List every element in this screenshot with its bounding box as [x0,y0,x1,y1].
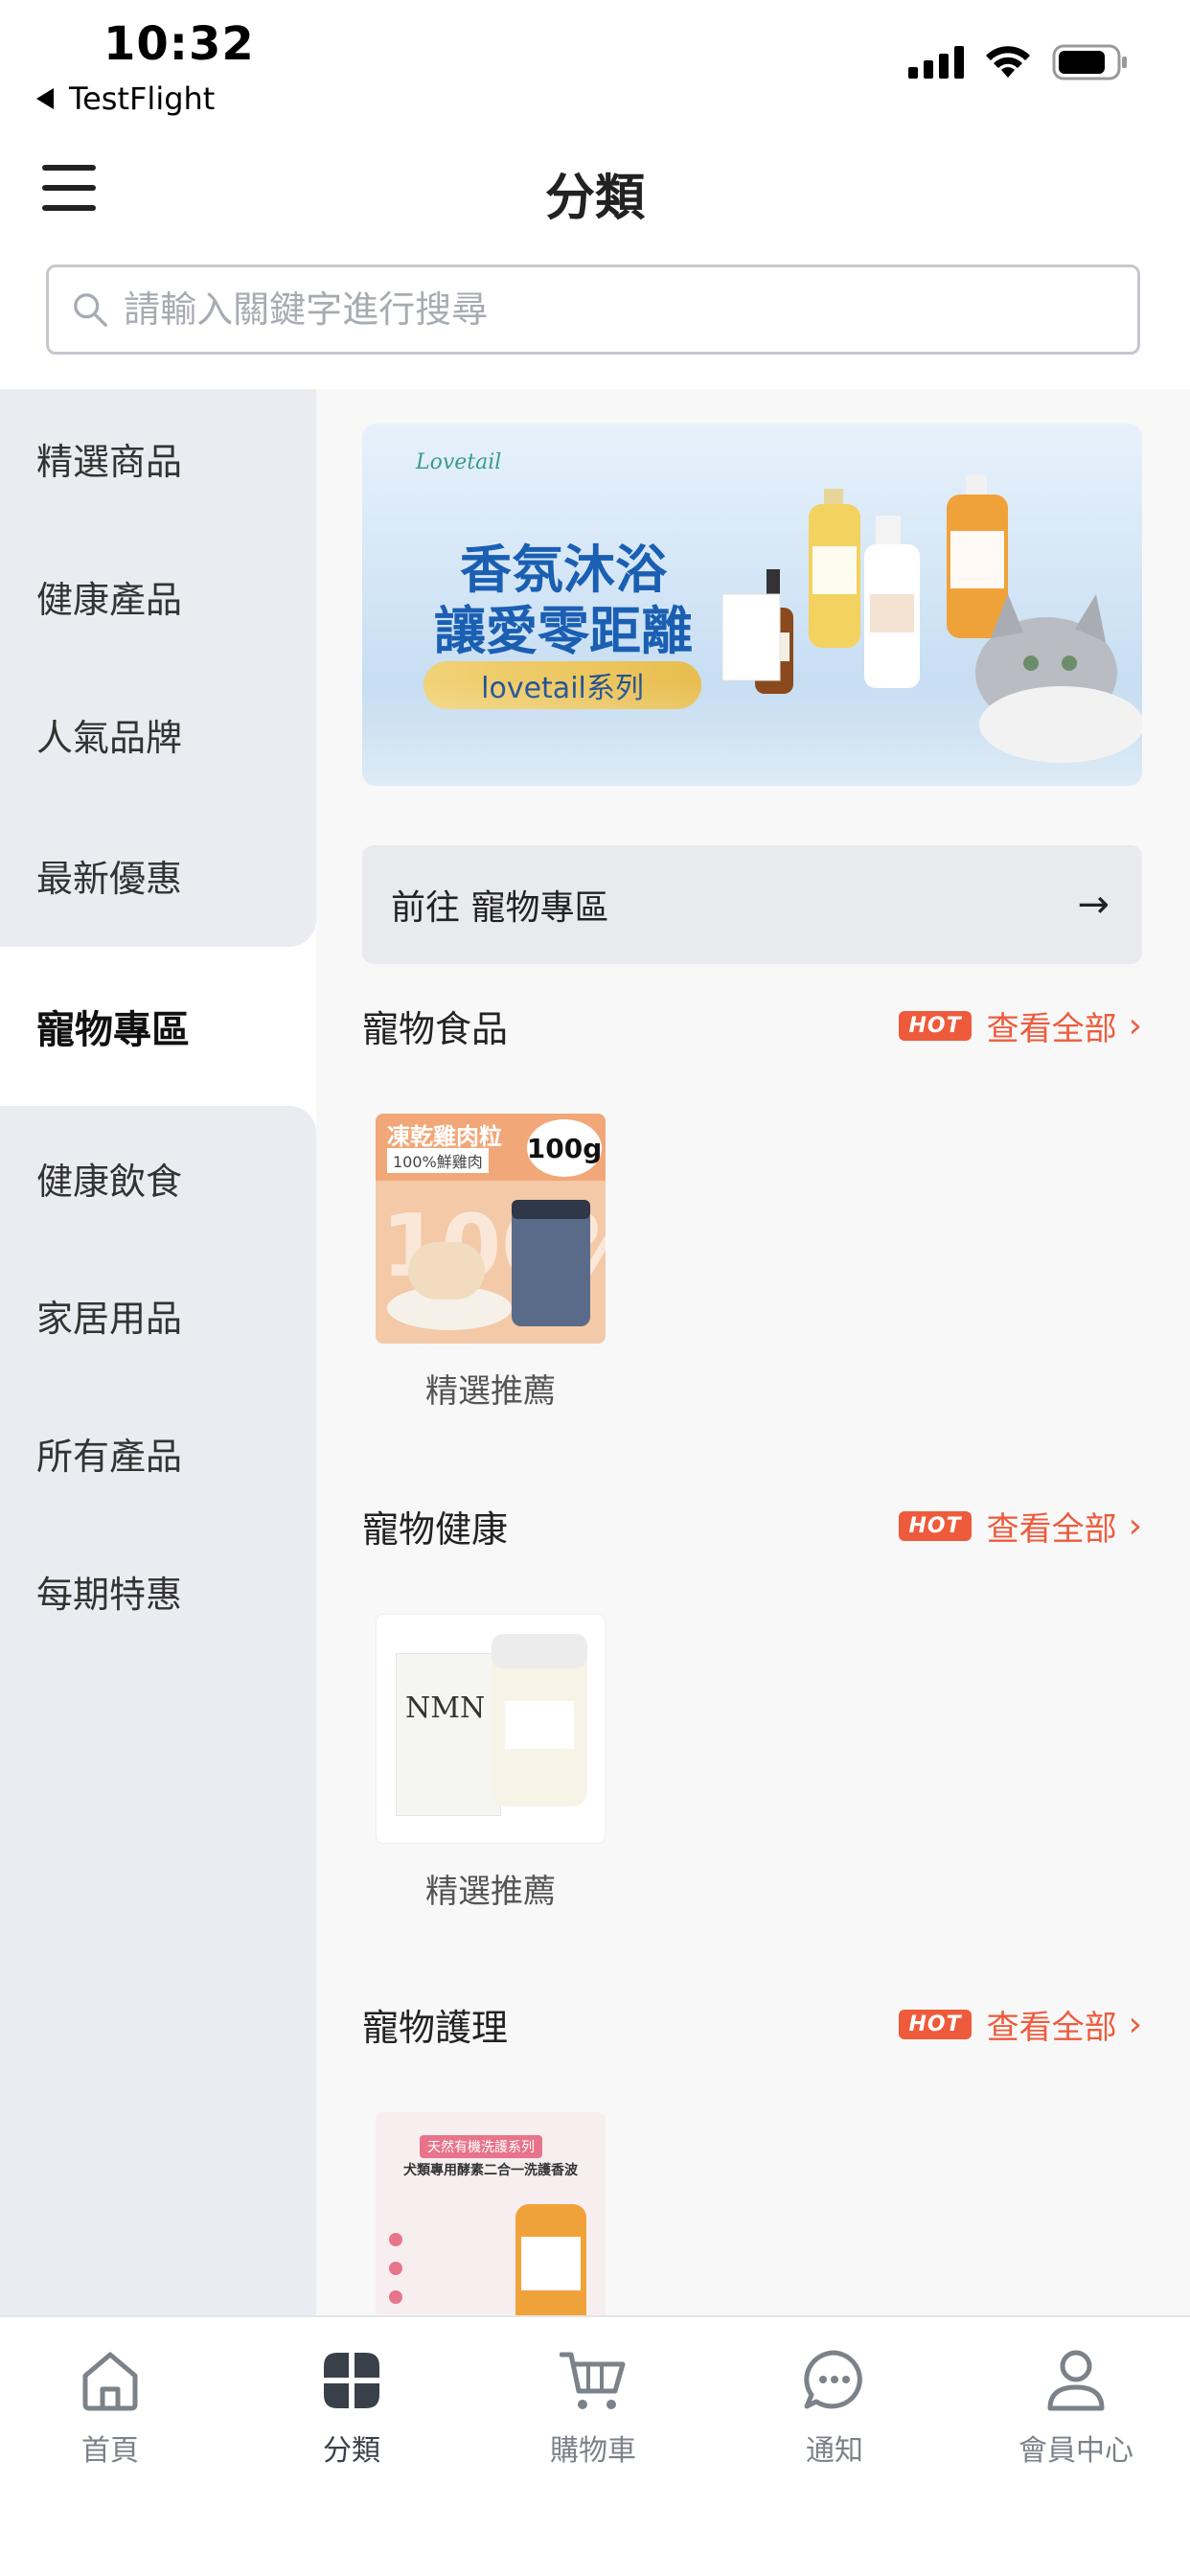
see-all-button[interactable]: HOT 查看全部 › [899,1002,1142,1049]
product-image-text: 凍乾雞肉粒 [387,1123,502,1150]
sidebar-item-label: 寵物專區 [36,1008,190,1052]
back-to-app-link[interactable]: TestFlight [36,80,215,117]
tab-cart[interactable]: 購物車 [497,2342,689,2469]
status-time: 10:32 [103,17,255,71]
banner-products-image [721,475,1142,763]
see-all-label: 查看全部 [986,2008,1117,2047]
sidebar-item-label: 最新優惠 [36,857,183,900]
banner-headline-2: 讓愛零距離 [434,601,693,661]
sidebar-item-popular-brands[interactable]: 人氣品牌 [0,665,316,803]
sidebar-item-home-goods[interactable]: 家居用品 [0,1246,316,1384]
promo-banner[interactable]: Lovetail 香氛沐浴 讓愛零距離 lovetail系列 [362,424,1142,786]
sidebar-item-label: 精選商品 [36,440,183,483]
section-title: 寵物護理 [362,2006,509,2049]
section-header-pet-care: 寵物護理 HOT 查看全部 › [362,1995,1142,2053]
product-image-text: 天然有機洗護系列 [420,2135,542,2158]
product-image: 凍乾雞肉粒 100%鮮雞肉 100g 100% [376,1114,606,1344]
sidebar-item-featured[interactable]: 精選商品 [0,389,316,527]
product-image-subtext: 100%鮮雞肉 [387,1148,489,1173]
product-image-subtext: 犬類專用酵素二合一洗護香波 [403,2163,578,2178]
see-all-button[interactable]: HOT 查看全部 › [899,2001,1142,2048]
search-bar[interactable] [46,264,1140,355]
product-image: 天然有機洗護系列 犬類專用酵素二合一洗護香波 [376,2112,606,2315]
chevron-right-icon: › [1128,1506,1142,1546]
section-header-pet-food: 寵物食品 HOT 查看全部 › [362,997,1142,1054]
tab-label: 分類 [323,2434,380,2468]
sidebar-item-label: 人氣品牌 [36,716,183,759]
category-sidebar: 精選商品 健康產品 人氣品牌 最新優惠 寵物專區 健康飲食 家居用品 所有產品 … [0,389,316,2315]
chevron-right-icon: › [1128,1005,1142,1046]
back-triangle-icon [36,88,54,109]
product-image-text: NMN [405,1691,486,1725]
tab-label: 首頁 [81,2434,139,2468]
search-icon [74,293,107,327]
chat-bubble-icon [804,2350,862,2409]
see-all-label: 查看全部 [986,1009,1117,1048]
goto-pet-zone-link[interactable]: 前往 寵物專區 → [362,845,1142,964]
sidebar-item-pet-zone[interactable]: 寵物專區 [0,947,316,1106]
see-all-button[interactable]: HOT 查看全部 › [899,1503,1142,1550]
page-title: 分類 [544,170,645,227]
product-caption: 精選推薦 [425,1372,556,1411]
back-app-label: TestFlight [69,80,216,117]
chevron-right-icon: › [1128,2004,1142,2044]
sidebar-item-label: 所有產品 [36,1435,183,1478]
home-icon [82,2352,138,2411]
sidebar-item-latest-offers[interactable]: 最新優惠 [0,803,316,947]
tab-label: 購物車 [550,2434,636,2468]
product-image: NMN [376,1614,606,1844]
sidebar-item-label: 家居用品 [36,1297,183,1340]
person-icon [1047,2350,1105,2411]
product-weight-badge: 100g [527,1119,602,1177]
banner-logo: Lovetail [416,450,502,474]
tab-notifications[interactable]: 通知 [739,2342,930,2469]
goto-pet-zone-label: 前往 寵物專區 [391,888,609,928]
sidebar-item-periodic-deals[interactable]: 每期特惠 [0,1522,316,1660]
wifi-icon [986,46,1030,78]
product-card[interactable]: 天然有機洗護系列 犬類專用酵素二合一洗護香波 [376,2112,606,2315]
category-content: Lovetail 香氛沐浴 讓愛零距離 lovetail系列 [316,389,1190,2315]
section-title: 寵物健康 [362,1507,509,1551]
hot-badge: HOT [899,1010,972,1041]
sidebar-item-health-products[interactable]: 健康產品 [0,527,316,665]
sidebar-item-label: 健康產品 [36,578,183,621]
product-card[interactable]: NMN 精選推薦 [376,1614,606,1912]
tab-label: 會員中心 [1018,2434,1133,2468]
arrow-right-icon: → [1077,883,1110,927]
status-bar: 10:32 TestFlight [0,0,1190,125]
see-all-label: 查看全部 [986,1509,1117,1549]
section-header-pet-health: 寵物健康 HOT 查看全部 › [362,1497,1142,1554]
status-icons [908,44,1129,80]
cart-icon [560,2352,626,2409]
nav-header: 分類 [0,144,1190,249]
bottom-tab-bar: 首頁 分類 購物車 通知 會員中心 [0,2315,1190,2576]
product-card[interactable]: 凍乾雞肉粒 100%鮮雞肉 100g 100% 精選推薦 [376,1114,606,1412]
category-grid-icon [324,2353,379,2408]
tab-category[interactable]: 分類 [256,2342,447,2469]
search-input[interactable] [124,288,1137,331]
tab-home[interactable]: 首頁 [14,2342,206,2469]
hot-badge: HOT [899,1510,972,1541]
hot-badge: HOT [899,2009,972,2039]
sidebar-item-all-products[interactable]: 所有產品 [0,1384,316,1522]
battery-icon [1052,44,1127,80]
cellular-signal-icon [908,46,964,79]
sidebar-item-label: 每期特惠 [36,1573,183,1616]
sidebar-item-label: 健康飲食 [36,1160,183,1203]
product-caption: 精選推薦 [425,1873,556,1911]
section-title: 寵物食品 [362,1007,509,1050]
tab-member-center[interactable]: 會員中心 [980,2342,1172,2469]
sidebar-item-healthy-diet[interactable]: 健康飲食 [0,1106,316,1250]
tab-label: 通知 [806,2434,863,2468]
